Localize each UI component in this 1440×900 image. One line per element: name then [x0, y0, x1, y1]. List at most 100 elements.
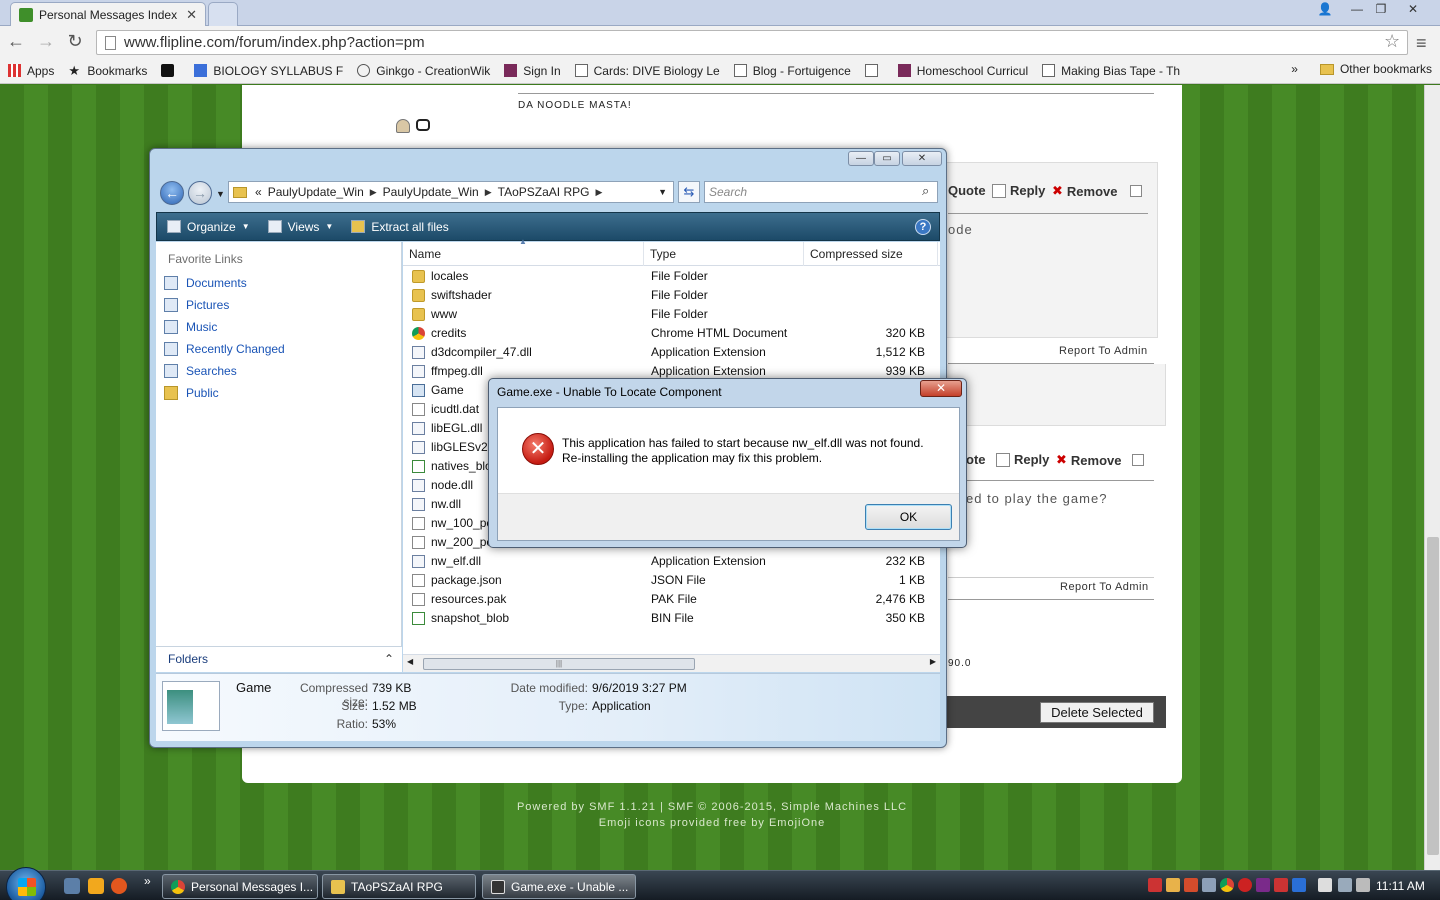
tray-keyboard-icon[interactable] — [1202, 878, 1216, 892]
address-bar[interactable]: www.flipline.com/forum/index.php?action=… — [96, 30, 1408, 55]
tray-java-icon[interactable] — [1292, 878, 1306, 892]
search-magnifier-icon[interactable]: ⌕ — [922, 183, 929, 199]
reply-button-1[interactable]: Reply — [992, 183, 1045, 198]
dialog-close-icon[interactable]: ✕ — [920, 380, 962, 397]
forward-arrow-icon[interactable]: → — [34, 30, 58, 54]
scroll-left-icon[interactable]: ◀ — [407, 657, 413, 666]
nav-pictures[interactable]: Pictures — [164, 298, 229, 312]
tab-close-icon[interactable]: ✕ — [186, 7, 197, 23]
breadcrumb-chevron-icon[interactable]: ▶ — [595, 187, 602, 198]
restore-icon[interactable]: ❐ — [1366, 0, 1396, 20]
scroll-right-icon[interactable]: ▶ — [930, 657, 936, 666]
start-button[interactable] — [6, 867, 46, 900]
firefox-icon[interactable] — [111, 878, 127, 894]
bookmark-blog-fortuigence[interactable]: Blog - Fortuigence — [733, 64, 851, 78]
chevron-up-icon[interactable]: ⌃ — [384, 647, 394, 671]
tray-blocked-icon[interactable] — [1238, 878, 1252, 892]
bookmark-blank[interactable] — [864, 64, 884, 77]
folders-toggle[interactable]: Folders ⌃ — [156, 646, 402, 672]
explorer-maximize-icon[interactable]: ▭ — [874, 151, 900, 166]
column-type[interactable]: Type — [644, 242, 804, 266]
breadcrumb-chevron-icon[interactable]: ▶ — [485, 187, 492, 198]
file-row[interactable]: resources.pak PAK File 2,476 KB — [403, 590, 940, 609]
delete-selected-button[interactable]: Delete Selected — [1040, 702, 1154, 723]
media-player-icon[interactable] — [88, 878, 104, 894]
bookmark-homeschool[interactable]: Homeschool Curricul — [897, 64, 1028, 78]
tray-onenote-icon[interactable] — [1256, 878, 1270, 892]
tray-volume-icon[interactable] — [1356, 878, 1370, 892]
extract-all-files-button[interactable]: Extract all files — [351, 220, 449, 234]
page-scrollbar[interactable] — [1424, 85, 1440, 870]
reply-button-2[interactable]: Reply — [996, 452, 1049, 467]
report-to-admin-link-1[interactable]: Report To Admin — [1059, 345, 1148, 357]
file-row[interactable]: snapshot_blob BIN File 350 KB — [403, 609, 940, 628]
quicklaunch-overflow-icon[interactable]: » — [144, 874, 151, 888]
refresh-icon[interactable]: ⇆ — [678, 181, 700, 203]
nav-recently-changed[interactable]: Recently Changed — [164, 342, 285, 356]
clock[interactable]: 11:11 AM — [1376, 879, 1425, 893]
powered-by-text[interactable]: Powered by SMF 1.1.21 | SMF © 2006-2015,… — [242, 801, 1182, 813]
remove-button-2[interactable]: ✖ Remove — [1056, 452, 1121, 468]
tray-app-icon[interactable] — [1166, 878, 1180, 892]
scrollbar-thumb[interactable] — [1427, 537, 1439, 855]
bookmark-biology-syllabus[interactable]: BIOLOGY SYLLABUS F — [194, 64, 343, 78]
organize-button[interactable]: Organize ▼ — [167, 220, 250, 234]
tray-chrome-icon[interactable] — [1220, 878, 1234, 892]
tray-acrobat-icon[interactable] — [1148, 878, 1162, 892]
search-input[interactable]: Search — [704, 181, 938, 203]
close-window-icon[interactable]: ✕ — [1398, 0, 1428, 20]
select-checkbox-2[interactable] — [1132, 454, 1144, 466]
tab-personal-messages[interactable]: Personal Messages Index ✕ — [10, 2, 206, 26]
back-arrow-icon[interactable]: ← — [4, 30, 28, 54]
remove-button-1[interactable]: ✖ Remove — [1052, 183, 1117, 199]
file-row[interactable]: package.json JSON File 1 KB — [403, 571, 940, 590]
select-checkbox-1[interactable] — [1130, 185, 1142, 197]
report-to-admin-link-2[interactable]: Report To Admin — [1060, 581, 1149, 593]
explorer-minimize-icon[interactable]: — — [848, 151, 874, 166]
new-tab-button[interactable] — [208, 2, 238, 26]
views-button[interactable]: Views ▼ — [267, 220, 333, 234]
file-row[interactable]: locales File Folder — [403, 267, 940, 286]
quote-button-2[interactable]: ote — [966, 452, 986, 467]
breadcrumb-pauly-update-1[interactable]: PaulyUpdate_Win — [268, 185, 364, 199]
bookmark-bookmarks[interactable]: ★ Bookmarks — [68, 64, 147, 78]
nav-searches[interactable]: Searches — [164, 364, 237, 378]
history-dropdown-icon[interactable]: ▼ — [216, 189, 225, 199]
breadcrumb-pauly-update-2[interactable]: PaulyUpdate_Win — [383, 185, 479, 199]
file-row[interactable]: swiftshader File Folder — [403, 286, 940, 305]
file-row[interactable]: credits Chrome HTML Document 320 KB — [403, 324, 940, 343]
quote-button-1[interactable]: Quote — [948, 183, 986, 198]
explorer-close-icon[interactable]: ✕ — [902, 151, 942, 166]
nav-public[interactable]: Public — [164, 386, 219, 400]
horizontal-scrollbar[interactable]: ◀ ||| ▶ — [403, 654, 940, 672]
breadcrumb-overflow[interactable]: « — [255, 185, 262, 199]
task-chrome[interactable]: Personal Messages I... — [162, 874, 318, 899]
bookmark-bias-tape[interactable]: Making Bias Tape - Th — [1042, 64, 1180, 78]
profile-icon[interactable] — [396, 119, 410, 133]
file-row[interactable]: www File Folder — [403, 305, 940, 324]
column-compressed-size[interactable]: Compressed size — [804, 242, 938, 266]
message-bubble-icon[interactable] — [416, 119, 430, 131]
nav-music[interactable]: Music — [164, 320, 217, 334]
other-bookmarks[interactable]: » Other bookmarks — [1291, 62, 1432, 76]
tray-safely-remove-icon[interactable] — [1318, 878, 1332, 892]
reload-icon[interactable]: ↻ — [63, 30, 87, 54]
explorer-forward-icon[interactable]: → — [188, 181, 212, 205]
explorer-back-icon[interactable]: ← — [160, 181, 184, 205]
bookmark-sign-in[interactable]: Sign In — [504, 64, 561, 78]
help-icon[interactable]: ? — [915, 218, 931, 235]
file-row[interactable]: d3dcompiler_47.dll Application Extension 1… — [403, 343, 940, 362]
show-desktop-icon[interactable] — [64, 878, 80, 894]
emoji-credit-text[interactable]: Emoji icons provided free by EmojiOne — [242, 817, 1182, 829]
file-row[interactable]: nw_elf.dll Application Extension 232 KB — [403, 552, 940, 571]
chrome-menu-icon[interactable]: ≡ — [1416, 33, 1427, 54]
breadcrumb-chevron-icon[interactable]: ▶ — [370, 187, 377, 198]
tray-close-icon[interactable] — [1274, 878, 1288, 892]
bookmark-star-icon[interactable]: ☆ — [1384, 31, 1400, 52]
profile-icon[interactable]: 👤 — [1310, 0, 1340, 20]
task-error-dialog[interactable]: Game.exe - Unable ... — [482, 874, 636, 899]
bookmark-ginkgo[interactable]: Ginkgo - CreationWik — [357, 64, 490, 78]
bookmark-apps[interactable]: Apps — [8, 64, 54, 78]
address-dropdown-icon[interactable]: ▼ — [658, 187, 667, 197]
nav-documents[interactable]: Documents — [164, 276, 247, 290]
